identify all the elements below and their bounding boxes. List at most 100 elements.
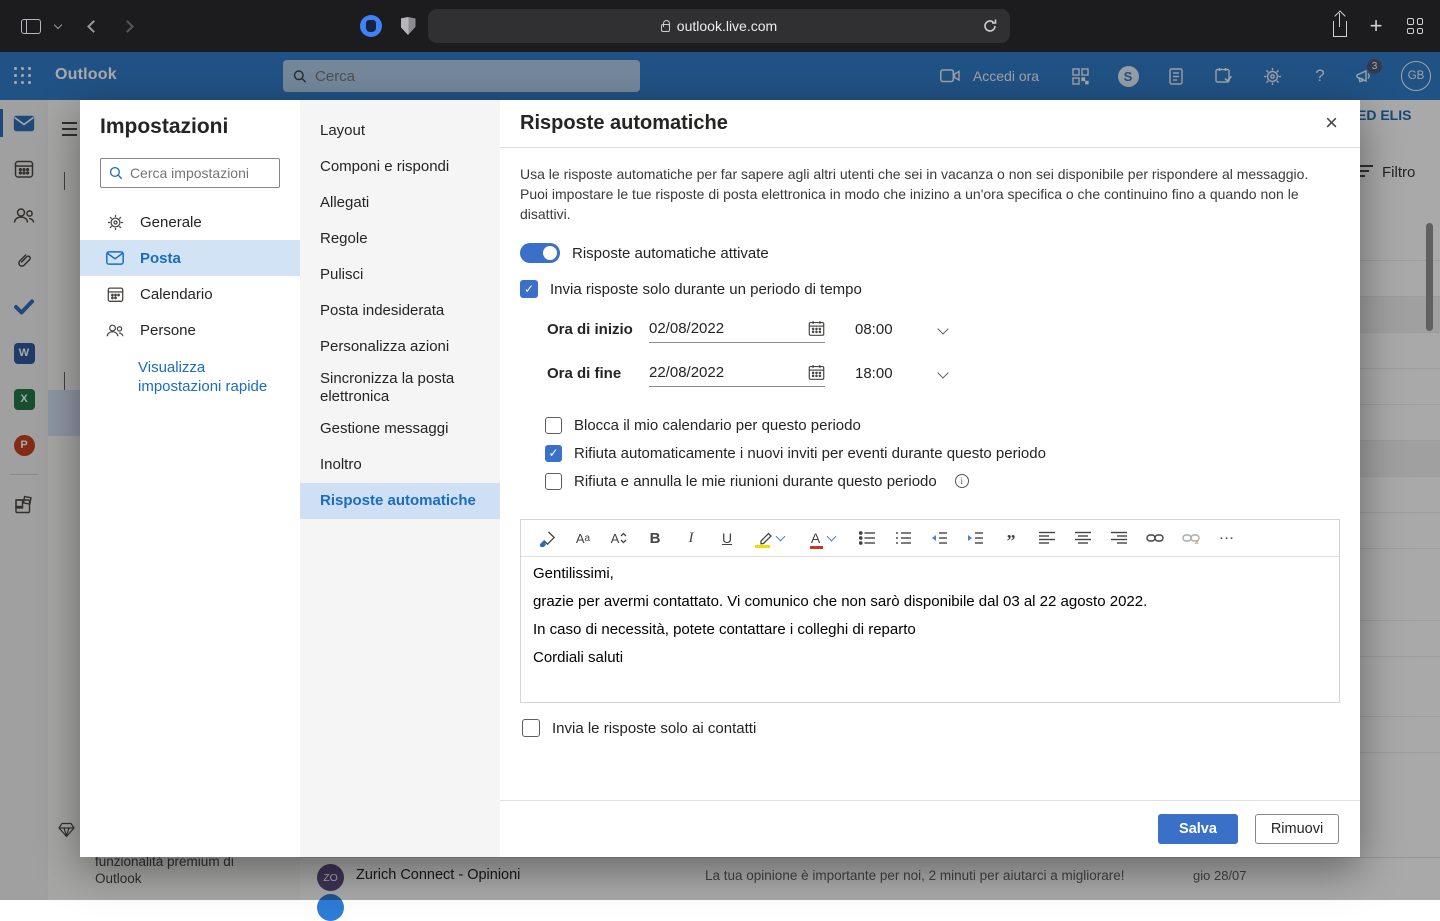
chevron-down-icon[interactable]	[776, 532, 786, 542]
section-risposte-automatiche[interactable]: Risposte automatiche	[300, 483, 500, 519]
remove-link-icon[interactable]	[1179, 525, 1203, 551]
cancel-meetings-checkbox[interactable]	[545, 473, 562, 490]
start-label: Ora di inizio	[547, 321, 637, 338]
category-generale[interactable]: Generale	[80, 204, 300, 240]
end-time-value[interactable]: 18:00	[855, 365, 901, 382]
period-checkbox-row: ✓ Invia risposte solo durante un periodo…	[520, 280, 1340, 298]
share-icon[interactable]	[1326, 0, 1354, 52]
gear-icon	[106, 214, 124, 231]
bullet-list-icon[interactable]	[855, 525, 879, 551]
section-allegati[interactable]: Allegati	[300, 185, 500, 221]
section-sincronizza[interactable]: Sincronizza la posta elettronica	[300, 365, 500, 411]
section-regole[interactable]: Regole	[300, 221, 500, 257]
mail-sections-nav: Layout Componi e rispondi Allegati Regol…	[300, 100, 500, 857]
category-persone[interactable]: Persone	[80, 312, 300, 348]
browser-toolbar: outlook.live.com +	[0, 0, 1440, 52]
start-date-field[interactable]: 02/08/2022	[649, 315, 825, 343]
settings-title: Impostazioni	[80, 115, 300, 139]
sidebar-toggle-icon[interactable]	[16, 0, 46, 52]
calendar-icon	[106, 286, 124, 303]
font-color-icon[interactable]: A	[803, 525, 843, 551]
toolbar-chevron-icon[interactable]	[48, 0, 68, 52]
checkmark-icon: ✓	[524, 282, 534, 296]
align-right-icon[interactable]	[1107, 525, 1131, 551]
message-paragraph: Cordiali saluti	[533, 649, 1327, 666]
category-posta[interactable]: Posta	[80, 240, 300, 276]
settings-search-box[interactable]	[100, 158, 280, 188]
underline-icon[interactable]: U	[715, 525, 739, 551]
panel-description: Usa le risposte automatiche per far sape…	[520, 164, 1340, 224]
save-button[interactable]: Salva	[1158, 814, 1238, 844]
font-name-icon[interactable]: Aa	[571, 525, 595, 551]
start-time-row: Ora di inizio 02/08/2022 08:00	[520, 315, 1340, 343]
reload-icon[interactable]	[982, 18, 998, 34]
settings-search-input[interactable]	[130, 165, 271, 181]
lock-icon	[661, 24, 670, 32]
content-blocker-icon[interactable]	[358, 0, 384, 52]
forward-icon[interactable]	[114, 0, 140, 52]
section-inoltro[interactable]: Inoltro	[300, 447, 500, 483]
dialog-footer: Salva Rimuovi	[500, 800, 1360, 857]
address-bar[interactable]: outlook.live.com	[428, 9, 1010, 43]
option-row: Rifiuta e annulla le mie riunioni durant…	[545, 467, 1340, 495]
highlight-color-icon[interactable]	[751, 525, 791, 551]
info-icon[interactable]: i	[955, 474, 969, 488]
format-painter-icon[interactable]	[535, 525, 559, 551]
block-calendar-checkbox[interactable]	[545, 417, 562, 434]
align-left-icon[interactable]	[1035, 525, 1059, 551]
period-options: Blocca il mio calendario per questo peri…	[520, 411, 1340, 495]
checkmark-icon: ✓	[548, 446, 558, 460]
section-layout[interactable]: Layout	[300, 113, 500, 149]
reply-message-editor: Aa A B I U A	[520, 519, 1340, 703]
close-icon[interactable]: ×	[1325, 112, 1338, 134]
start-time-chevron-icon[interactable]	[937, 323, 948, 334]
section-gestione[interactable]: Gestione messaggi	[300, 411, 500, 447]
option-label: Rifiuta automaticamente i nuovi inviti p…	[574, 445, 1046, 462]
auto-reply-toggle[interactable]	[520, 243, 560, 263]
privacy-shield-icon[interactable]	[396, 0, 420, 52]
start-time-value[interactable]: 08:00	[855, 321, 901, 338]
quick-settings-link[interactable]: Visualizza impostazioni rapide	[138, 358, 268, 396]
section-posta-indesiderata[interactable]: Posta indesiderata	[300, 293, 500, 329]
panel-title: Risposte automatiche	[520, 112, 728, 135]
reply-message-text[interactable]: Gentilissimi, grazie per avermi contatta…	[521, 557, 1339, 702]
section-pulisci[interactable]: Pulisci	[300, 257, 500, 293]
calendar-picker-icon[interactable]	[808, 364, 825, 381]
decline-invites-checkbox[interactable]: ✓	[545, 445, 562, 462]
chevron-down-icon[interactable]	[827, 532, 837, 542]
people-icon	[106, 323, 124, 338]
contacts-checkbox-row: Invia le risposte solo ai contatti	[520, 719, 1340, 737]
calendar-picker-icon[interactable]	[808, 320, 825, 337]
message-paragraph: Gentilissimi,	[533, 565, 1327, 582]
more-formatting-icon[interactable]: …	[1215, 525, 1239, 551]
tab-overview-icon[interactable]	[1400, 0, 1430, 52]
new-tab-icon[interactable]: +	[1362, 0, 1390, 52]
period-checkbox[interactable]: ✓	[520, 280, 538, 298]
quote-icon[interactable]: ”	[999, 525, 1023, 551]
font-size-icon[interactable]: A	[607, 525, 631, 551]
outdent-icon[interactable]	[927, 525, 951, 551]
auto-reply-toggle-row: Risposte automatiche attivate	[520, 243, 1340, 263]
option-label: Blocca il mio calendario per questo peri…	[574, 417, 861, 434]
section-personalizza[interactable]: Personalizza azioni	[300, 329, 500, 365]
indent-icon[interactable]	[963, 525, 987, 551]
back-icon[interactable]	[80, 0, 106, 52]
auto-replies-panel: Risposte automatiche × Usa le risposte a…	[500, 100, 1360, 857]
settings-nav: Impostazioni Generale Posta	[80, 100, 300, 857]
insert-link-icon[interactable]	[1143, 525, 1167, 551]
italic-icon[interactable]: I	[679, 525, 703, 551]
remove-button[interactable]: Rimuovi	[1255, 814, 1339, 844]
contacts-checkbox-label: Invia le risposte solo ai contatti	[552, 720, 756, 737]
contacts-only-checkbox[interactable]	[522, 719, 540, 737]
period-checkbox-label: Invia risposte solo durante un periodo d…	[550, 281, 862, 298]
end-date-field[interactable]: 22/08/2022	[649, 359, 825, 387]
align-center-icon[interactable]	[1071, 525, 1095, 551]
section-componi[interactable]: Componi e rispondi	[300, 149, 500, 185]
end-time-chevron-icon[interactable]	[937, 367, 948, 378]
url-text: outlook.live.com	[677, 18, 777, 34]
bold-icon[interactable]: B	[643, 525, 667, 551]
mail-icon	[106, 251, 124, 265]
numbered-list-icon[interactable]	[891, 525, 915, 551]
category-calendario[interactable]: Calendario	[80, 276, 300, 312]
toggle-label: Risposte automatiche attivate	[572, 245, 769, 262]
